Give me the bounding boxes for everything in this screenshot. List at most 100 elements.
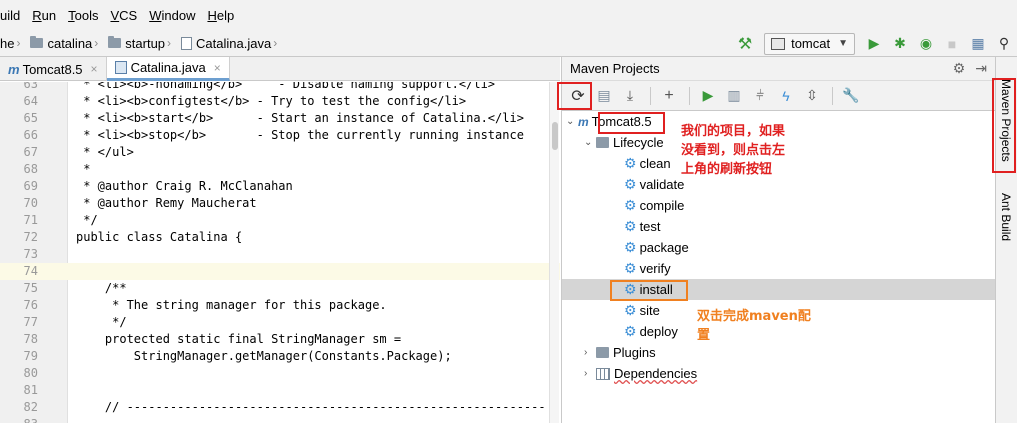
code-line[interactable]: 78 protected static final StringManager … xyxy=(0,331,560,348)
tree-item-goal-package[interactable]: ⚙ package xyxy=(562,237,996,258)
tree-item-label: deploy xyxy=(639,324,678,339)
code-line[interactable]: 64 * <li><b>configtest</b> - Try to test… xyxy=(0,93,560,110)
chevron-down-icon[interactable]: ⌄ xyxy=(566,116,578,127)
tree-item-dependencies[interactable]: › Dependencies xyxy=(562,363,996,384)
menu-help[interactable]: Help xyxy=(201,8,240,23)
library-icon xyxy=(596,367,610,380)
tree-item-goal-compile[interactable]: ⚙ compile xyxy=(562,195,996,216)
collapse-icon[interactable]: ⇳ xyxy=(800,84,824,108)
code-line[interactable]: 79 StringManager.getManager(Constants.Pa… xyxy=(0,348,560,365)
code-line[interactable]: 73 xyxy=(0,246,560,263)
breadcrumb-item-catalina[interactable]: catalina › xyxy=(24,36,102,51)
run-icon[interactable]: ▶ xyxy=(861,31,887,57)
menu-tools[interactable]: Tools xyxy=(62,8,104,23)
chevron-right-icon[interactable]: › xyxy=(584,347,596,358)
menu-window[interactable]: Window xyxy=(143,8,201,23)
code-text: */ xyxy=(76,315,127,329)
main-toolbar: ⚒ tomcat ▼ ▶ ✱ ◉ ■ ▦ ⚲ xyxy=(732,30,1017,57)
line-number: 67 xyxy=(23,145,38,159)
scroll-thumb[interactable] xyxy=(552,122,558,150)
line-number: 73 xyxy=(23,247,38,261)
run-icon[interactable]: ▶ xyxy=(696,84,720,108)
line-number: 81 xyxy=(23,383,38,397)
project-structure-icon[interactable]: ▦ xyxy=(965,31,991,57)
code-line[interactable]: 65 * <li><b>start</b> - Start an instanc… xyxy=(0,110,560,127)
code-text: * </ul> xyxy=(76,145,134,159)
code-line[interactable]: 68 * xyxy=(0,161,560,178)
breadcrumb-item-catalina-java[interactable]: Catalina.java › xyxy=(175,36,281,51)
gear-icon[interactable]: ⚙ xyxy=(953,60,966,77)
line-number: 74 xyxy=(23,264,38,278)
close-icon[interactable]: × xyxy=(91,62,98,76)
menu-vcs[interactable]: VCS xyxy=(104,8,143,23)
maven-panel-title: Maven Projects xyxy=(570,61,660,76)
code-editor[interactable]: 63 * <li><b>-nonaming</b> - Disable nami… xyxy=(0,82,560,423)
download-icon[interactable]: ⤓ xyxy=(618,84,642,108)
editor-tabs: m Tomcat8.5 × Catalina.java × xyxy=(0,57,560,81)
run-config-select[interactable]: tomcat ▼ xyxy=(764,32,855,55)
code-line[interactable]: 83 xyxy=(0,416,560,423)
code-line[interactable]: 74 xyxy=(0,263,560,280)
code-text: * <li><b>-nonaming</b> - Disable naming … xyxy=(76,82,496,91)
wrench-icon[interactable]: 🔧 xyxy=(839,84,863,108)
menu-run[interactable]: Run xyxy=(26,8,62,23)
coverage-icon[interactable]: ◉ xyxy=(913,31,939,57)
hide-panel-icon[interactable]: ⇥ xyxy=(975,60,987,77)
debug-icon[interactable]: ✱ xyxy=(887,31,913,57)
code-line[interactable]: 66 * <li><b>stop</b> - Stop the currentl… xyxy=(0,127,560,144)
code-line[interactable]: 80 xyxy=(0,365,560,382)
menu-window-mnemonic: W xyxy=(149,7,162,23)
code-line[interactable]: 70 * @author Remy Maucherat xyxy=(0,195,560,212)
note-line: 我们的项目，如果 xyxy=(681,124,786,139)
hammer-build-icon[interactable]: ⚒ xyxy=(732,31,758,57)
code-line[interactable]: 76 * The string manager for this package… xyxy=(0,297,560,314)
folder-icon xyxy=(30,36,44,48)
line-number: 79 xyxy=(23,349,38,363)
run-config-label: tomcat xyxy=(791,36,831,51)
line-number: 69 xyxy=(23,179,38,193)
breadcrumb-item-he[interactable]: he › xyxy=(0,36,24,51)
editor-scrollbar[interactable] xyxy=(549,82,559,423)
code-line[interactable]: 81 xyxy=(0,382,560,399)
breadcrumb-item-startup[interactable]: startup › xyxy=(102,36,175,51)
code-text: public class Catalina { xyxy=(76,230,243,244)
stop-icon[interactable]: ■ xyxy=(939,31,965,57)
chevron-right-icon[interactable]: › xyxy=(584,368,596,379)
code-line[interactable]: 77 */ xyxy=(0,314,560,331)
code-line[interactable]: 75 /** xyxy=(0,280,560,297)
code-text: StringManager.getManager(Constants.Packa… xyxy=(76,349,452,363)
refresh-highlight-box xyxy=(557,82,592,110)
code-line[interactable]: 71 */ xyxy=(0,212,560,229)
gear-icon: ⚙ xyxy=(624,155,637,171)
tree-item-plugins[interactable]: › Plugins xyxy=(562,342,996,363)
side-tab-ant-build[interactable]: Ant Build xyxy=(999,193,1013,241)
code-line[interactable]: 82 // ----------------------------------… xyxy=(0,399,560,416)
skip-tests-icon[interactable]: ϟ xyxy=(774,84,798,108)
line-number: 80 xyxy=(23,366,38,380)
code-line[interactable]: 63 * <li><b>-nonaming</b> - Disable nami… xyxy=(0,82,560,93)
chevron-down-icon: ▼ xyxy=(838,38,848,49)
code-line[interactable]: 69 * @author Craig R. McClanahan xyxy=(0,178,560,195)
tree-item-goal-verify[interactable]: ⚙ verify xyxy=(562,258,996,279)
menu-build[interactable]: uild xyxy=(0,8,26,23)
toggle-offline-icon[interactable]: ⫩ xyxy=(748,84,772,108)
code-line[interactable]: 67 * </ul> xyxy=(0,144,560,161)
menu-help-mnemonic: H xyxy=(207,7,217,23)
close-icon[interactable]: × xyxy=(214,61,221,75)
tab-catalina-java[interactable]: Catalina.java × xyxy=(106,57,230,81)
toolbar-divider xyxy=(689,86,690,105)
search-icon[interactable]: ⚲ xyxy=(991,31,1017,57)
line-number: 70 xyxy=(23,196,38,210)
run-config-icon[interactable]: ▥ xyxy=(722,84,746,108)
add-icon[interactable]: + xyxy=(657,84,681,108)
install-highlight-box xyxy=(610,280,688,301)
generate-sources-icon[interactable]: ▤ xyxy=(592,84,616,108)
chevron-down-icon[interactable]: ⌄ xyxy=(584,137,596,148)
tab-tomcat-pom[interactable]: m Tomcat8.5 × xyxy=(0,57,107,81)
maven-m-icon: m xyxy=(578,114,589,129)
tree-item-goal-test[interactable]: ⚙ test xyxy=(562,216,996,237)
gear-icon: ⚙ xyxy=(624,323,637,339)
code-line[interactable]: 72 public class Catalina { xyxy=(0,229,560,246)
note-line: 置 xyxy=(697,328,711,343)
tree-item-label: Plugins xyxy=(613,345,656,360)
